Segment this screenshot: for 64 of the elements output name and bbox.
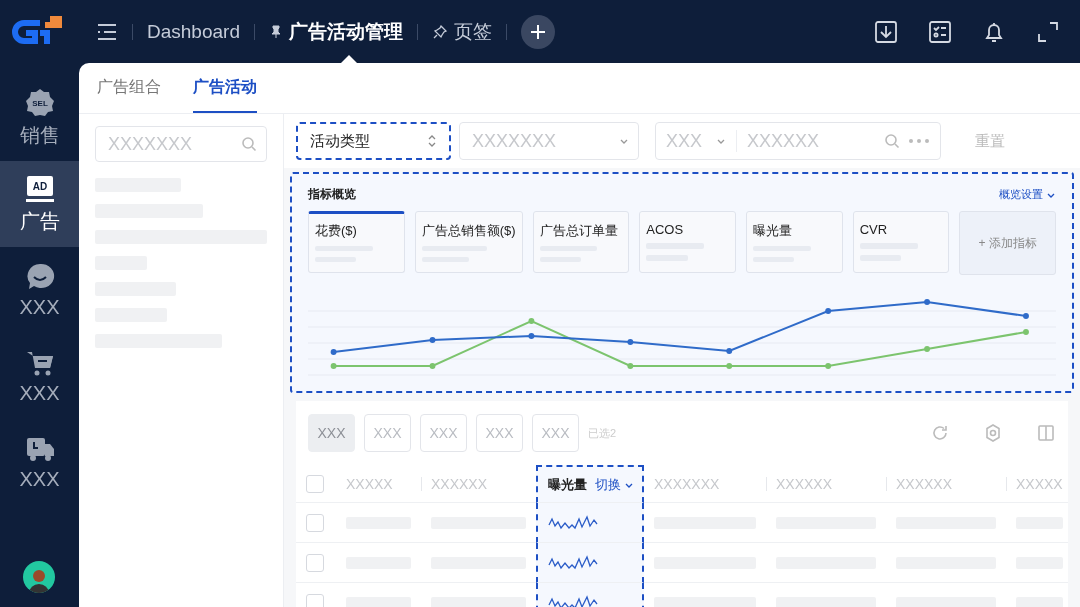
checkbox[interactable] — [306, 593, 324, 607]
data-point — [924, 346, 930, 352]
data-point — [528, 318, 535, 324]
data-point — [429, 363, 436, 369]
data-point — [528, 333, 535, 339]
data-point — [924, 299, 930, 305]
columns-icon[interactable] — [1036, 423, 1056, 443]
column-header: XXXXXX — [431, 475, 488, 492]
page-tab[interactable]: 广告活动管理 — [268, 0, 403, 63]
data-point — [429, 337, 436, 343]
search-icon[interactable] — [241, 136, 257, 152]
data-point — [1023, 329, 1029, 335]
checkbox[interactable] — [306, 513, 324, 532]
page-tab[interactable]: Dashboard — [147, 0, 240, 63]
tab[interactable]: 广告组合 — [97, 63, 161, 113]
data-point — [627, 363, 634, 369]
select-field[interactable]: XXXXXXX — [459, 122, 639, 160]
page-tab[interactable]: 页签 — [431, 0, 492, 63]
metric-card[interactable]: CVR — [852, 211, 950, 273]
search-input[interactable]: XXXXXX — [737, 130, 884, 152]
sort-icon — [427, 134, 437, 148]
menu-icon[interactable] — [96, 21, 118, 42]
metric-card[interactable]: 广告总销售额($) — [414, 211, 523, 273]
column-header: XXXXXXX — [654, 475, 720, 492]
plus-icon — [529, 23, 546, 40]
settings-icon[interactable] — [983, 423, 1003, 443]
settings-link[interactable]: 概览设置 — [999, 187, 1056, 202]
badge-icon: SEL — [24, 87, 55, 118]
sidebar-item[interactable]: XXX — [0, 419, 79, 505]
avatar[interactable] — [23, 561, 55, 593]
sidebar-item[interactable]: XXX — [0, 333, 79, 419]
data-point — [726, 348, 733, 354]
add-tab-button[interactable] — [520, 14, 555, 49]
sidebar-item[interactable]: SEL 销售 — [0, 75, 79, 161]
more-icon[interactable] — [908, 138, 930, 144]
data-point — [825, 363, 832, 369]
pin-icon — [431, 23, 448, 40]
switch-link[interactable]: 切换 — [595, 475, 634, 494]
panel-title: 指标概览 — [308, 186, 356, 203]
tab[interactable]: 广告活动 — [193, 63, 257, 113]
chat-icon — [24, 261, 55, 292]
sidebar-item[interactable]: AD 广告 — [0, 161, 79, 247]
data-point — [627, 339, 634, 345]
column-header: 曝光量 — [548, 475, 587, 494]
refresh-icon[interactable] — [930, 423, 950, 443]
data-point — [1023, 313, 1029, 319]
column-header: XXXXXX — [896, 475, 953, 492]
metric-card[interactable]: 曝光量 — [745, 211, 843, 273]
column-header: XXXXXX — [776, 475, 833, 492]
checkbox[interactable] — [306, 474, 324, 493]
data-point — [330, 349, 337, 355]
data-point — [825, 308, 832, 314]
data-point — [330, 363, 337, 369]
data-point — [726, 363, 733, 369]
search-icon[interactable] — [884, 133, 900, 149]
search-field[interactable]: XXXXXXX — [95, 126, 267, 162]
sidebar-item[interactable]: XXX — [0, 247, 79, 333]
metric-card[interactable]: 花费($) — [308, 211, 405, 273]
metric-card[interactable]: ACOS — [639, 211, 736, 273]
type-select[interactable]: 活动类型 — [296, 122, 451, 160]
metric-card[interactable]: 广告总订单量 — [532, 211, 630, 273]
checkbox[interactable] — [306, 553, 324, 572]
column-header: XXXXX — [346, 475, 393, 492]
column-header: XXXXX — [1016, 475, 1063, 492]
